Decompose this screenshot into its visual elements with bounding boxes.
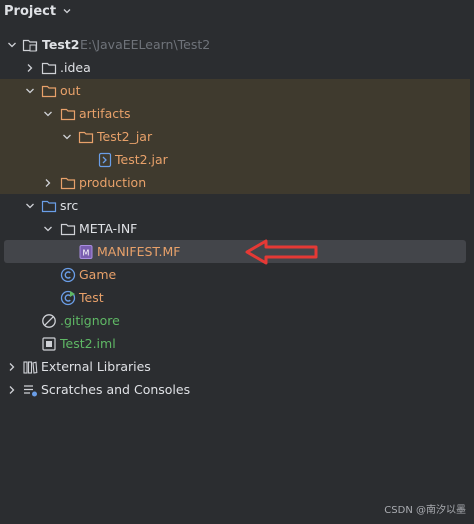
excluded-folder-icon <box>60 177 76 189</box>
chevron-down-icon[interactable] <box>62 6 72 16</box>
panel-title[interactable]: Project <box>4 4 56 19</box>
excluded-folder-icon <box>60 108 76 120</box>
tree-item-label: production <box>79 175 147 190</box>
tree-item-label: .idea <box>60 60 91 75</box>
tree-item-out[interactable]: out <box>0 79 470 102</box>
chevron-down-icon[interactable] <box>61 131 73 143</box>
chevron-right-icon[interactable] <box>6 361 18 373</box>
tree-item-scratches[interactable]: Scratches and Consoles <box>0 378 470 401</box>
tree-item-label: Test2 <box>42 37 80 52</box>
tree-item-label: src <box>60 198 79 213</box>
tree-item-label: Test2.iml <box>60 336 116 351</box>
java-class-icon <box>60 267 76 282</box>
chevron-down-icon[interactable] <box>24 200 36 212</box>
tree-item-idea[interactable]: .idea <box>0 56 470 79</box>
tree-item-production[interactable]: production <box>0 171 470 194</box>
module-folder-icon <box>22 39 38 51</box>
project-path: E:\JavaEELearn\Test2 <box>80 37 211 52</box>
ignore-file-icon <box>42 313 56 328</box>
chevron-right-icon[interactable] <box>24 62 36 74</box>
module-file-icon <box>42 336 56 351</box>
tree-item-external-libraries[interactable]: External Libraries <box>0 355 470 378</box>
project-panel-header: Project <box>0 0 474 22</box>
tree-item-artifacts[interactable]: artifacts <box>0 102 470 125</box>
tree-item-manifest[interactable]: M MANIFEST.MF <box>4 240 466 263</box>
tree-item-test[interactable]: Test <box>0 286 470 309</box>
tree-item-label: Test2_jar <box>97 129 153 144</box>
tree-item-gitignore[interactable]: .gitignore <box>0 309 470 332</box>
tree-item-iml[interactable]: Test2.iml <box>0 332 470 355</box>
tree-item-label: .gitignore <box>60 313 120 328</box>
tree-item-label: META-INF <box>79 221 138 236</box>
tree-item-label: External Libraries <box>41 359 151 374</box>
tree-item-label: Game <box>79 267 117 282</box>
chevron-down-icon[interactable] <box>6 39 18 51</box>
java-class-run-icon <box>60 290 76 305</box>
tree-item-test2-jar-dir[interactable]: Test2_jar <box>0 125 470 148</box>
excluded-folder-icon <box>41 85 57 97</box>
tree-item-test2-jar-file[interactable]: Test2.jar <box>0 148 470 171</box>
source-folder-icon <box>41 200 57 212</box>
tree-item-meta-inf[interactable]: META-INF <box>0 217 470 240</box>
watermark: CSDN @南汐以墨 <box>384 505 466 516</box>
tree-item-label: MANIFEST.MF <box>97 244 181 259</box>
tree-item-label: out <box>60 83 81 98</box>
library-icon <box>23 360 38 374</box>
tree-item-game[interactable]: Game <box>0 263 470 286</box>
tree-item-label: artifacts <box>79 106 131 121</box>
manifest-file-icon: M <box>79 244 93 259</box>
folder-icon <box>41 62 57 74</box>
tree-item-src[interactable]: src <box>0 194 470 217</box>
tree-item-test2[interactable]: Test2 E:\JavaEELearn\Test2 <box>0 33 470 56</box>
tree-item-label: Test <box>79 290 104 305</box>
chevron-down-icon[interactable] <box>42 223 54 235</box>
svg-text:M: M <box>83 248 90 257</box>
chevron-down-icon[interactable] <box>42 108 54 120</box>
excluded-folder-icon <box>78 131 94 143</box>
chevron-down-icon[interactable] <box>24 85 36 97</box>
tree-item-label: Scratches and Consoles <box>41 382 191 397</box>
folder-icon <box>60 223 76 235</box>
tree-item-label: Test2.jar <box>115 152 168 167</box>
scratches-icon <box>24 384 37 396</box>
jar-file-icon <box>98 152 112 167</box>
chevron-right-icon[interactable] <box>6 384 18 396</box>
chevron-right-icon[interactable] <box>42 177 54 189</box>
annotation-arrow-icon <box>245 239 318 265</box>
